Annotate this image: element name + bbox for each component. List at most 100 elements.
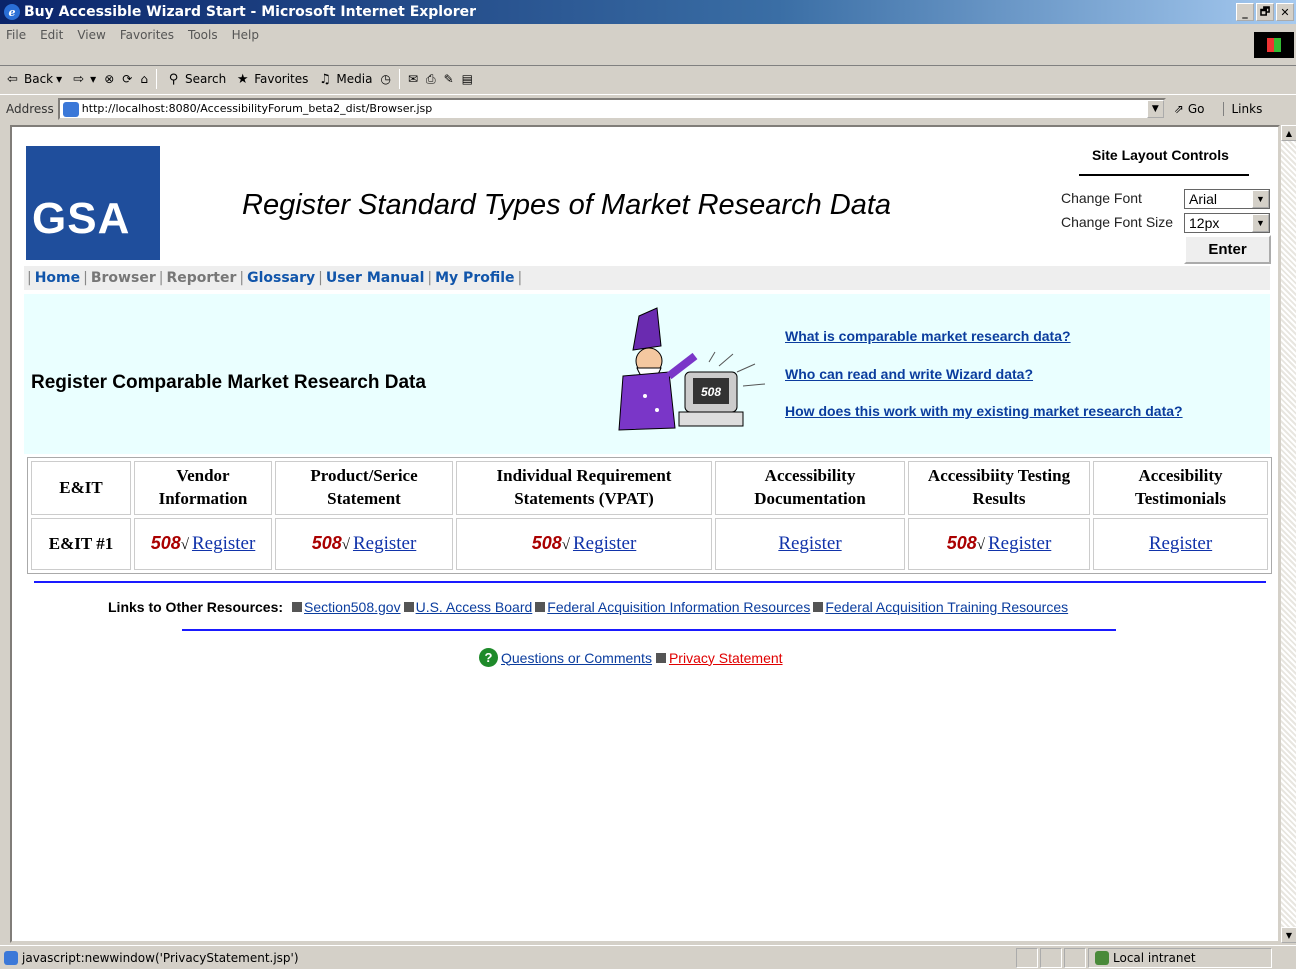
link-who-can-read[interactable]: Who can read and write Wizard data?	[785, 366, 1033, 382]
privacy-link[interactable]: Privacy Statement	[669, 650, 783, 666]
back-arrow-icon: ⇦	[7, 71, 18, 87]
nav-home[interactable]: Home	[35, 270, 80, 286]
testimonials-cell: Register	[1093, 518, 1268, 570]
status-bar: javascript:newwindow('PrivacyStatement.j…	[0, 945, 1296, 969]
page-icon	[62, 101, 79, 117]
restore-button[interactable]: 🗗	[1256, 3, 1274, 21]
menu-help[interactable]: Help	[232, 28, 259, 42]
badge-508-text: 508	[701, 385, 721, 399]
back-button[interactable]: ⇦ Back ▾	[4, 71, 62, 88]
register-grid: E&IT Vendor Information Product/Serice S…	[27, 457, 1272, 574]
chevron-down-icon[interactable]: ▼	[1252, 214, 1269, 232]
address-input[interactable]: http://localhost:8080/AccessibilityForum…	[57, 97, 1166, 120]
print-icon[interactable]: ⎙	[426, 72, 436, 87]
vertical-scrollbar[interactable]: ▲ ▼	[1280, 125, 1296, 943]
register-product-link[interactable]: Register	[353, 533, 416, 554]
link-fatr[interactable]: Federal Acquisition Training Resources	[825, 599, 1068, 615]
column-header: Accessibiity Testing Results	[908, 461, 1090, 515]
wizard-computer-icon: 508	[618, 307, 766, 431]
row-label: E&IT #1	[31, 518, 131, 570]
menu-view[interactable]: View	[77, 28, 105, 42]
discuss-icon[interactable]: ▤	[462, 72, 473, 86]
chevron-down-icon[interactable]: ▼	[1252, 190, 1269, 208]
nav-my-profile[interactable]: My Profile	[435, 270, 514, 286]
enter-button[interactable]: Enter	[1184, 235, 1271, 264]
vendor-info-cell: 508√ Register	[134, 518, 272, 570]
gsa-logo: GSA	[26, 146, 160, 260]
go-button[interactable]: ⇗ Go	[1174, 102, 1205, 116]
link-section508[interactable]: Section508.gov	[304, 599, 401, 615]
testing-results-cell: 508√ Register	[908, 518, 1090, 570]
register-testimonials-link[interactable]: Register	[1149, 533, 1212, 554]
column-header: Individual Requirement Statements (VPAT)	[456, 461, 712, 515]
favorites-button[interactable]: ★ Favorites	[234, 71, 309, 88]
ie-icon: e	[4, 4, 20, 20]
column-header: Product/Serice Statement	[275, 461, 453, 515]
intranet-icon	[1095, 950, 1109, 965]
chevron-down-icon[interactable]: ▾	[56, 72, 62, 86]
change-font-label: Change Font	[1061, 190, 1142, 206]
question-icon: ?	[479, 648, 498, 667]
history-icon[interactable]: ◷	[380, 72, 390, 86]
font-size-select-value: 12px	[1189, 215, 1220, 231]
font-size-select[interactable]: 12px ▼	[1184, 213, 1270, 233]
questions-link[interactable]: Questions or Comments	[501, 650, 652, 666]
close-button[interactable]: ✕	[1276, 3, 1294, 21]
menu-file[interactable]: File	[6, 28, 26, 42]
product-statement-cell: 508√ Register	[275, 518, 453, 570]
status-cell	[1040, 947, 1062, 968]
refresh-icon[interactable]: ⟳	[122, 72, 132, 86]
scroll-down-icon[interactable]: ▼	[1281, 927, 1296, 943]
chevron-down-icon[interactable]: ▾	[90, 72, 96, 86]
bullet-icon	[813, 602, 824, 612]
register-vendor-link[interactable]: Register	[192, 533, 255, 554]
nav-glossary[interactable]: Glossary	[247, 270, 315, 286]
footer: ? Questions or Comments Privacy Statemen…	[479, 648, 783, 667]
menu-favorites[interactable]: Favorites	[120, 28, 174, 42]
mail-icon[interactable]: ✉	[408, 72, 418, 86]
chevron-down-icon[interactable]: ▼	[1146, 99, 1164, 118]
links-button[interactable]: Links	[1222, 101, 1262, 116]
media-button[interactable]: ♫ Media	[316, 71, 372, 88]
link-fair[interactable]: Federal Acquisition Information Resource…	[547, 599, 810, 615]
register-vpat-link[interactable]: Register	[573, 533, 636, 554]
badge-508: 508	[531, 533, 562, 553]
minimize-button[interactable]: _	[1236, 3, 1254, 21]
link-access-board[interactable]: U.S. Access Board	[416, 599, 533, 615]
menu-edit[interactable]: Edit	[40, 28, 63, 42]
scroll-up-icon[interactable]: ▲	[1281, 125, 1296, 141]
back-label: Back	[24, 72, 54, 86]
favorites-icon: ★	[236, 71, 249, 87]
security-zone: Local intranet	[1088, 947, 1272, 968]
resources-label: Links to Other Resources:	[108, 599, 284, 615]
menu-tools[interactable]: Tools	[188, 28, 218, 42]
media-icon: ♫	[319, 71, 331, 87]
nav-user-manual[interactable]: User Manual	[326, 270, 425, 286]
link-what-is-data[interactable]: What is comparable market research data?	[785, 328, 1071, 344]
home-icon[interactable]: ⌂	[140, 72, 148, 86]
stop-icon[interactable]: ⊗	[104, 72, 114, 86]
toolbar-separator	[398, 69, 400, 89]
register-testing-link[interactable]: Register	[988, 533, 1051, 554]
forward-arrow-icon: ⇨	[73, 71, 85, 87]
menu-bar: File Edit View Favorites Tools Help	[0, 24, 1296, 66]
forward-button[interactable]: ⇨ ▾	[70, 71, 96, 88]
font-select[interactable]: Arial ▼	[1184, 189, 1270, 209]
documentation-cell: Register	[715, 518, 905, 570]
address-label: Address	[6, 101, 54, 116]
checkmark-icon: √	[180, 537, 189, 553]
search-button[interactable]: ⚲ Search	[165, 71, 227, 88]
link-existing-data[interactable]: How does this work with my existing mark…	[785, 403, 1183, 419]
window-controls: _ 🗗 ✕	[1236, 3, 1294, 21]
bullet-icon	[655, 652, 666, 663]
toolbar: ⇦ Back ▾ ⇨ ▾ ⊗ ⟳ ⌂ ⚲ Search ★ Favorites ♫ Medi…	[0, 66, 1250, 92]
table-row: E&IT #1 508√ Register 508√ Register 508√ Re…	[31, 518, 1268, 570]
checkmark-icon: √	[976, 537, 985, 553]
register-documentation-link[interactable]: Register	[778, 533, 841, 554]
bullet-icon	[535, 602, 546, 612]
address-bar: Address http://localhost:8080/Accessibil…	[0, 94, 1296, 122]
checkmark-icon: √	[561, 537, 570, 553]
checkmark-icon: √	[341, 537, 350, 553]
edit-icon[interactable]: ✎	[444, 72, 454, 86]
resources-bar: Links to Other Resources: Section508.gov…	[108, 599, 1068, 615]
